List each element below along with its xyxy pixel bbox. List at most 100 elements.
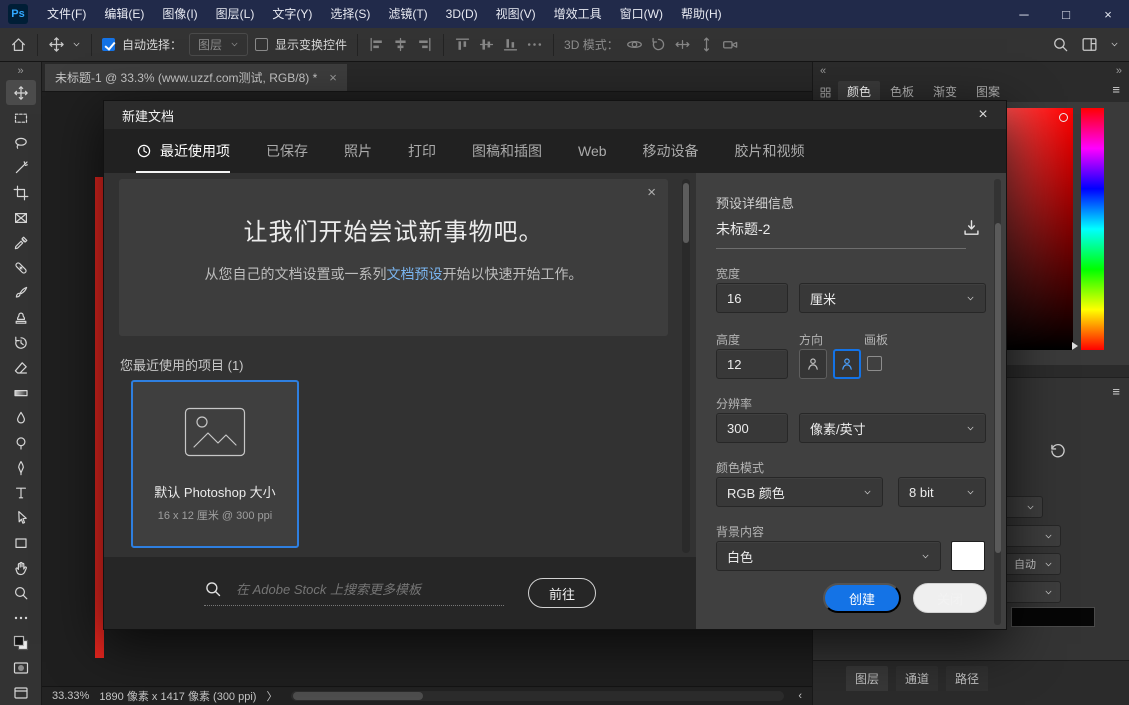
align-left-icon[interactable] bbox=[368, 36, 385, 53]
tab-print[interactable]: 打印 bbox=[408, 129, 436, 173]
move-tool-preset-icon[interactable] bbox=[48, 36, 65, 53]
tool-history-brush[interactable] bbox=[6, 330, 36, 355]
status-chevron-right[interactable]: 〉 bbox=[266, 688, 277, 704]
tool-healing-brush[interactable] bbox=[6, 255, 36, 280]
home-icon[interactable] bbox=[10, 36, 27, 53]
3d-pan-icon[interactable] bbox=[674, 36, 691, 53]
horizontal-scrollbar[interactable] bbox=[291, 691, 784, 701]
tab-photo[interactable]: 照片 bbox=[344, 129, 372, 173]
tab-paths[interactable]: 路径 bbox=[946, 666, 988, 691]
auto-select-checkbox[interactable] bbox=[102, 38, 115, 51]
menu-image[interactable]: 图像(I) bbox=[153, 0, 206, 28]
document-tab[interactable]: 未标题-1 @ 33.3% (www.uzzf.com测试, RGB/8) * … bbox=[45, 64, 347, 91]
menu-edit[interactable]: 编辑(E) bbox=[95, 0, 153, 28]
tab-art-illustration[interactable]: 图稿和插图 bbox=[472, 129, 542, 173]
search-icon[interactable] bbox=[1052, 36, 1069, 53]
black-swatch-bar[interactable] bbox=[1011, 607, 1095, 627]
artboard-checkbox[interactable] bbox=[867, 356, 882, 371]
vertical-scrollbar[interactable] bbox=[682, 179, 690, 553]
tab-swatches[interactable]: 色板 bbox=[881, 81, 923, 102]
recent-preset-card[interactable]: 默认 Photoshop 大小 16 x 12 厘米 @ 300 ppi bbox=[131, 380, 299, 548]
tab-recent[interactable]: 最近使用项 bbox=[136, 129, 230, 173]
tool-rectangle-shape[interactable] bbox=[6, 530, 36, 555]
tool-rectangular-marquee[interactable] bbox=[6, 105, 36, 130]
stock-search-field[interactable] bbox=[204, 580, 504, 606]
align-top-icon[interactable] bbox=[454, 36, 471, 53]
tab-web[interactable]: Web bbox=[578, 129, 607, 173]
zoom-level-field[interactable]: 33.33% bbox=[52, 690, 89, 702]
orientation-portrait-button[interactable] bbox=[799, 349, 827, 379]
tool-pen[interactable] bbox=[6, 455, 36, 480]
tool-crop[interactable] bbox=[6, 180, 36, 205]
dialog-close-icon[interactable]: × bbox=[972, 106, 994, 124]
menu-3d[interactable]: 3D(D) bbox=[437, 0, 487, 28]
tab-layers[interactable]: 图层 bbox=[846, 666, 888, 691]
tool-lasso[interactable] bbox=[6, 130, 36, 155]
tool-clone-stamp[interactable] bbox=[6, 305, 36, 330]
tool-magic-wand[interactable] bbox=[6, 155, 36, 180]
tab-film-video[interactable]: 胶片和视频 bbox=[735, 129, 805, 173]
panel-menu-icon[interactable]: ≡ bbox=[1112, 384, 1120, 399]
tool-eraser[interactable] bbox=[6, 355, 36, 380]
quick-mask-button[interactable] bbox=[6, 655, 36, 680]
document-tab-close-icon[interactable]: × bbox=[329, 70, 337, 85]
edit-toolbar-button[interactable] bbox=[6, 605, 36, 630]
color-mode-dropdown[interactable]: RGB 颜色 bbox=[716, 477, 883, 507]
tool-frame[interactable] bbox=[6, 205, 36, 230]
preset-scrollbar[interactable] bbox=[994, 179, 1001, 625]
tool-dodge[interactable] bbox=[6, 430, 36, 455]
auto-select-target-dropdown[interactable]: 图层 bbox=[189, 33, 248, 56]
3d-orbit-icon[interactable] bbox=[626, 36, 643, 53]
document-name-field[interactable]: 未标题-2 bbox=[716, 219, 966, 249]
tab-mobile[interactable]: 移动设备 bbox=[643, 129, 699, 173]
tab-patterns[interactable]: 图案 bbox=[967, 81, 1009, 102]
create-button[interactable]: 创建 bbox=[823, 583, 901, 613]
menu-plugins[interactable]: 增效工具 bbox=[545, 0, 611, 28]
status-chevron-left[interactable]: ‹ bbox=[798, 690, 802, 702]
tool-type[interactable] bbox=[6, 480, 36, 505]
align-bottom-icon[interactable] bbox=[502, 36, 519, 53]
tool-zoom[interactable] bbox=[6, 580, 36, 605]
save-preset-icon[interactable] bbox=[962, 218, 981, 237]
close-button[interactable]: 关闭 bbox=[913, 583, 987, 613]
tool-eyedropper[interactable] bbox=[6, 230, 36, 255]
unit-dropdown[interactable]: 厘米 bbox=[799, 283, 986, 313]
chevron-down-icon[interactable] bbox=[72, 40, 81, 49]
workspace-switcher-icon[interactable] bbox=[1081, 36, 1098, 53]
menu-layer[interactable]: 图层(L) bbox=[207, 0, 264, 28]
reset-icon[interactable] bbox=[1049, 442, 1067, 460]
minimize-button[interactable]: ─ bbox=[1003, 0, 1045, 28]
color-field-marker[interactable] bbox=[1059, 113, 1068, 122]
vertical-scrollbar-thumb[interactable] bbox=[683, 183, 689, 243]
hue-slider-marker[interactable] bbox=[1072, 342, 1078, 350]
horizontal-scrollbar-thumb[interactable] bbox=[293, 692, 423, 700]
hue-slider[interactable] bbox=[1081, 108, 1104, 350]
tab-gradients[interactable]: 渐变 bbox=[924, 81, 966, 102]
tool-gradient[interactable] bbox=[6, 380, 36, 405]
tab-color[interactable]: 颜色 bbox=[838, 81, 880, 102]
more-align-options-icon[interactable] bbox=[526, 36, 543, 53]
menu-window[interactable]: 窗口(W) bbox=[611, 0, 672, 28]
tool-path-selection[interactable] bbox=[6, 505, 36, 530]
background-contents-dropdown[interactable]: 白色 bbox=[716, 541, 941, 571]
align-center-horizontal-icon[interactable] bbox=[392, 36, 409, 53]
tab-saved[interactable]: 已保存 bbox=[266, 129, 308, 173]
dock-collapse-icon[interactable]: « bbox=[820, 65, 826, 77]
bit-depth-dropdown[interactable]: 8 bit bbox=[898, 477, 986, 507]
chevron-down-icon[interactable] bbox=[1110, 40, 1119, 49]
menu-select[interactable]: 选择(S) bbox=[321, 0, 379, 28]
foreground-background-colors[interactable] bbox=[6, 630, 36, 655]
menu-filter[interactable]: 滤镜(T) bbox=[379, 0, 436, 28]
3d-slide-icon[interactable] bbox=[698, 36, 715, 53]
resolution-unit-dropdown[interactable]: 像素/英寸 bbox=[799, 413, 986, 443]
maximize-button[interactable]: □ bbox=[1045, 0, 1087, 28]
width-input[interactable]: 16 bbox=[716, 283, 788, 313]
menu-type[interactable]: 文字(Y) bbox=[263, 0, 321, 28]
align-middle-icon[interactable] bbox=[478, 36, 495, 53]
dock-expand-icon[interactable]: » bbox=[1116, 65, 1122, 77]
align-right-icon[interactable] bbox=[416, 36, 433, 53]
show-transform-checkbox[interactable] bbox=[255, 38, 268, 51]
menu-help[interactable]: 帮助(H) bbox=[672, 0, 731, 28]
menu-file[interactable]: 文件(F) bbox=[38, 0, 95, 28]
menu-view[interactable]: 视图(V) bbox=[487, 0, 545, 28]
